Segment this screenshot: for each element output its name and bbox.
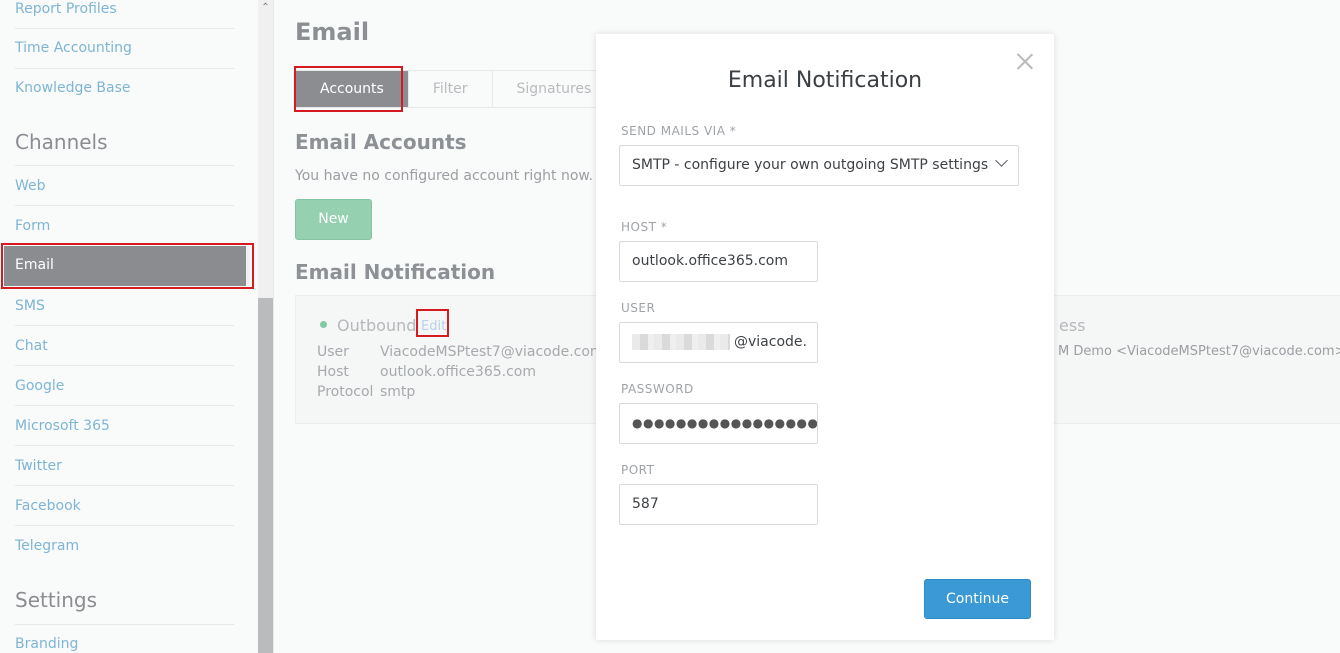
sidebar-item-chat[interactable]: Chat [15,337,234,355]
close-icon[interactable] [1016,52,1034,70]
edit-link[interactable]: Edit [421,319,446,334]
divider [15,325,234,326]
port-label: PORT [621,463,655,477]
scroll-up-arrow-icon[interactable]: ⌃ [258,0,273,15]
modal-title: Email Notification [727,68,923,93]
sidebar-item-report-profiles[interactable]: Report Profiles [15,0,234,18]
host-label: HOST * [621,220,668,234]
sidebar-item-knowledge-base[interactable]: Knowledge Base [15,79,234,97]
no-accounts-text: You have no configured account right now… [295,168,594,184]
row-value: ViacodeMSPtest7@viacode.com [380,344,604,360]
divider [15,445,234,446]
sidebar-item-label: Email [15,257,54,273]
row-key: Protocol [317,384,374,400]
email-accounts-heading: Email Accounts [295,130,467,154]
sidebar-item-form[interactable]: Form [15,217,234,235]
host-input[interactable]: outlook.office365.com [619,241,818,282]
user-row: User ViacodeMSPtest7@viacode.com [317,344,604,360]
divider [15,28,234,29]
redacted-blur [632,334,730,350]
divider [15,68,234,69]
sidebar-item-web[interactable]: Web [15,177,234,195]
sidebar-item-microsoft-365[interactable]: Microsoft 365 [15,417,234,435]
divider [15,205,234,206]
password-label: PASSWORD [621,382,694,396]
divider [15,525,234,526]
protocol-row: Protocol smtp [317,384,415,400]
continue-button[interactable]: Continue [924,579,1031,619]
sidebar-item-facebook[interactable]: Facebook [15,497,234,515]
row-value: smtp [380,384,416,400]
new-account-button[interactable]: New [295,199,372,240]
tab-filter[interactable]: Filter [409,71,493,107]
send-via-select[interactable]: SMTP - configure your own outgoing SMTP … [619,145,1019,186]
row-value: outlook.office365.com [380,364,536,380]
address-label: ess [1059,316,1086,335]
user-label: USER [621,301,656,315]
scrollbar-thumb[interactable] [258,298,273,653]
divider [15,405,234,406]
divider [15,624,234,625]
sidebar-item-time-accounting[interactable]: Time Accounting [15,39,234,57]
from-address: M Demo <ViacodeMSPtest7@viacode.com> [1058,344,1340,359]
outbound-label: Outbound [320,316,416,335]
tab-accounts[interactable]: Accounts [296,71,409,107]
sidebar-item-email[interactable]: Email [4,246,250,286]
send-via-value: SMTP - configure your own outgoing SMTP … [632,157,989,173]
password-input[interactable]: ●●●●●●●●●●●●●●●●●●●●●●● [619,403,818,444]
row-key: User [317,344,349,360]
page-title: Email [295,18,370,46]
divider [15,365,234,366]
sidebar-item-telegram[interactable]: Telegram [15,537,234,555]
settings-heading: Settings [15,588,98,612]
port-input[interactable]: 587 [619,484,818,525]
sidebar-item-google[interactable]: Google [15,377,234,395]
channels-heading: Channels [15,130,108,154]
email-notification-heading: Email Notification [295,260,496,284]
divider [15,165,234,166]
sidebar-item-branding[interactable]: Branding [15,635,234,653]
user-value: @viacode. [734,334,807,350]
row-key: Host [317,364,349,380]
tab-bar: Accounts Filter Signatures [295,70,618,108]
email-notification-modal: Email Notification SEND MAILS VIA * SMTP… [596,34,1054,640]
divider [15,485,234,486]
send-via-label: SEND MAILS VIA * [621,124,737,138]
sidebar-item-twitter[interactable]: Twitter [15,457,234,475]
chevron-down-icon [995,154,1008,167]
status-dot-icon [320,321,327,328]
host-row: Host outlook.office365.com [317,364,536,380]
sidebar: Report Profiles Time Accounting Knowledg… [0,0,258,653]
sidebar-item-sms[interactable]: SMS [15,297,234,315]
user-input[interactable]: @viacode. [619,322,818,363]
